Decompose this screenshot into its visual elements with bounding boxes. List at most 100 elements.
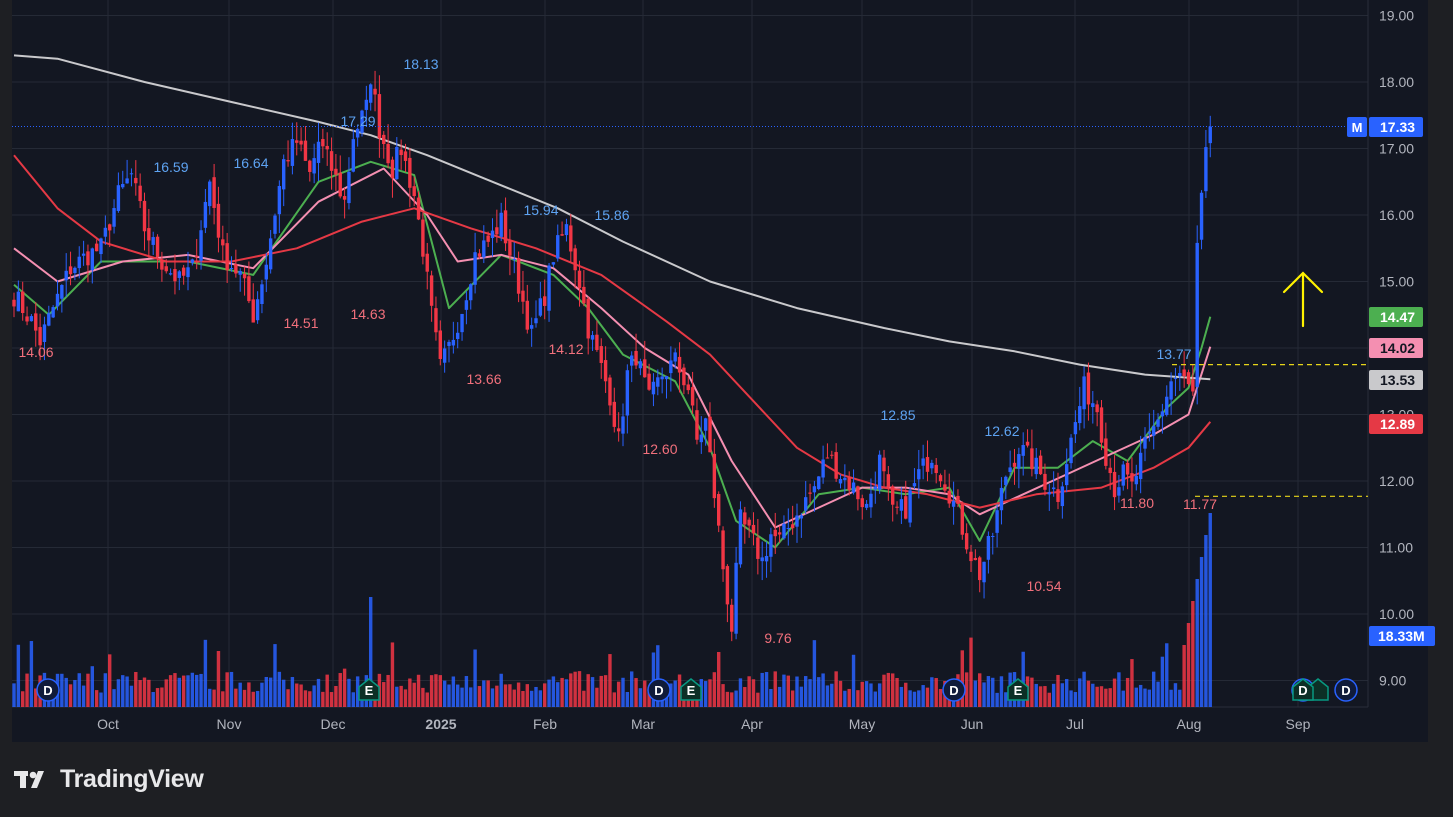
candle-body <box>717 494 721 526</box>
candle-body <box>408 157 412 188</box>
candle-body <box>1195 242 1199 387</box>
candle-body <box>173 269 177 282</box>
low-price-label: 14.63 <box>350 306 385 322</box>
volume-bar <box>1086 680 1091 707</box>
candle-body <box>1173 378 1178 380</box>
candle-body <box>625 370 630 416</box>
volume-bar <box>721 684 725 707</box>
candle-body <box>751 524 756 534</box>
candle-body <box>804 497 808 511</box>
candle-body <box>956 495 960 504</box>
candle-body <box>177 271 181 278</box>
candle-body <box>986 536 991 560</box>
volume-bar <box>738 678 743 707</box>
candle-body <box>921 458 925 466</box>
volume-bar <box>268 677 273 707</box>
volume-bar <box>499 673 503 707</box>
volume-bar <box>73 680 77 707</box>
candle-body <box>586 298 590 339</box>
volume-bar <box>286 689 290 707</box>
volume-bar <box>1195 579 1199 707</box>
candle-body <box>725 566 730 605</box>
price-chart[interactable]: 9.0010.0011.0012.0013.0014.0015.0016.001… <box>0 0 1453 745</box>
candle-body <box>216 203 221 238</box>
candle-body <box>255 299 260 321</box>
candle-body <box>1152 426 1156 436</box>
candle-body <box>930 462 934 469</box>
x-tick-label: 2025 <box>425 716 456 732</box>
volume-bar <box>495 685 499 707</box>
candle-body <box>125 178 129 184</box>
candle-body <box>1147 431 1152 434</box>
volume-bar <box>155 688 160 707</box>
volume-bar <box>103 673 108 707</box>
candle-body <box>638 361 643 369</box>
candle-body <box>268 238 273 270</box>
candle-body <box>238 271 242 275</box>
candle-body <box>860 498 864 508</box>
y-tick-label: 15.00 <box>1379 274 1414 290</box>
candle-body <box>229 268 234 270</box>
candle-body <box>899 499 904 511</box>
candle-body <box>47 313 51 326</box>
volume-bar <box>1104 688 1108 707</box>
candle-body <box>442 348 447 363</box>
candle-body <box>64 270 68 281</box>
candle-body <box>864 503 869 508</box>
volume-bar <box>425 692 429 707</box>
volume-bar <box>799 686 804 707</box>
volume-bar <box>94 690 99 707</box>
x-tick-label: Jun <box>961 716 984 732</box>
candle-body <box>90 248 94 271</box>
volume-bar <box>99 692 103 707</box>
candle-body <box>221 239 225 246</box>
dividend-marker[interactable]: D <box>36 678 60 702</box>
candle-body <box>847 476 851 491</box>
volume-bar <box>786 675 790 707</box>
candle-body <box>764 555 769 562</box>
volume-bar <box>342 668 347 707</box>
volume-bar <box>673 680 677 707</box>
candle-body <box>282 159 286 190</box>
candle-body <box>747 519 751 526</box>
volume-bar <box>1169 689 1173 707</box>
volume-bar <box>1108 688 1112 707</box>
volume-bar <box>612 692 616 707</box>
tradingview-logo-icon <box>14 771 44 788</box>
y-tick-label: 18.00 <box>1379 74 1414 90</box>
volume-bar <box>164 679 168 707</box>
candle-body <box>286 160 290 162</box>
volume-bar <box>60 673 64 707</box>
volume-bar <box>338 673 342 707</box>
candle-body <box>677 356 682 373</box>
y-tick-label: 17.00 <box>1379 141 1414 157</box>
dividend-marker[interactable]: D <box>1334 678 1358 702</box>
candle-body <box>94 243 99 252</box>
candle-body <box>1078 406 1082 424</box>
low-price-label: 9.76 <box>764 630 791 646</box>
volume-bar <box>460 687 464 707</box>
candle-body <box>460 313 464 333</box>
candle-body <box>147 228 151 241</box>
candle-body <box>347 171 351 204</box>
candle-body <box>355 128 360 138</box>
candle-body <box>234 264 238 274</box>
candle-body <box>1004 476 1008 486</box>
volume-bar <box>121 675 125 707</box>
candle-body <box>242 273 247 279</box>
candle-body <box>712 453 717 499</box>
volume-bar <box>382 682 386 707</box>
candle-body <box>160 259 164 270</box>
volume-bar <box>751 679 756 707</box>
candle-body <box>1121 464 1125 486</box>
volume-bar <box>708 679 712 707</box>
candle-body <box>295 140 299 143</box>
volume-bar <box>1095 686 1099 707</box>
dividend-marker[interactable]: D <box>647 678 671 702</box>
volume-bar <box>577 671 582 707</box>
candle-body <box>1134 475 1138 485</box>
volume-bar <box>21 691 25 707</box>
dividend-marker[interactable]: D <box>942 678 966 702</box>
candle-body <box>1104 438 1108 466</box>
volume-bar <box>255 690 260 707</box>
